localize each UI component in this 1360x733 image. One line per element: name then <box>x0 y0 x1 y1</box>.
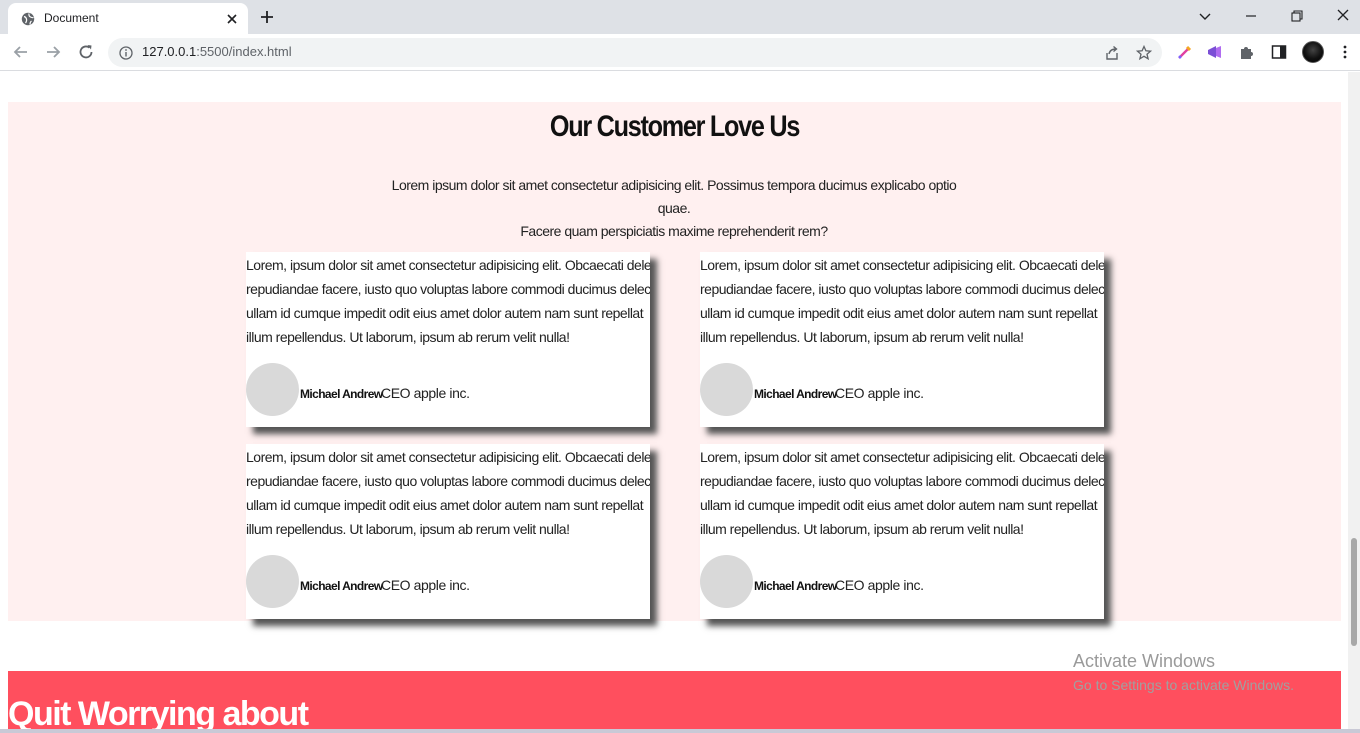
testimonial-text: Lorem, ipsum dolor sit amet consectetur … <box>246 445 650 541</box>
page-scrollbar[interactable] <box>1348 72 1360 733</box>
side-panel-icon[interactable] <box>1270 43 1288 61</box>
kebab-menu-icon[interactable] <box>1336 43 1354 61</box>
globe-icon <box>21 12 35 26</box>
testimonial-line: Lorem, ipsum dolor sit amet consectetur … <box>700 257 1104 273</box>
author-name: Michael Andrew <box>754 579 837 593</box>
testimonial-card: Lorem, ipsum dolor sit amet consectetur … <box>700 252 1104 427</box>
star-icon[interactable] <box>1136 45 1152 61</box>
testimonial-line: repudiandae facere, iusto quo voluptas l… <box>700 473 1104 489</box>
section-title: Our Customer Love Us <box>549 110 801 143</box>
tab-title: Document <box>44 11 99 25</box>
testimonial-line: repudiandae facere, iusto quo voluptas l… <box>246 473 650 489</box>
back-arrow-icon[interactable] <box>11 42 31 62</box>
testimonial-line: illum repellendus. Ut laborum, ipsum ab … <box>700 329 1024 345</box>
testimonial-line: illum repellendus. Ut laborum, ipsum ab … <box>700 521 1024 537</box>
scrollbar-thumb[interactable] <box>1351 538 1357 646</box>
activate-windows-title: Activate Windows <box>1073 651 1216 671</box>
avatar <box>700 555 753 608</box>
testimonial-line: Lorem, ipsum dolor sit amet consectetur … <box>700 449 1104 465</box>
share-icon[interactable] <box>1104 45 1120 61</box>
close-icon[interactable] <box>224 11 240 27</box>
author-role: CEO apple inc. <box>835 577 924 593</box>
browser-toolbar: 127.0.0.1:5500/index.html <box>0 34 1360 71</box>
avatar <box>246 555 299 608</box>
section-subtitle: Lorem ipsum dolor sit amet consectetur a… <box>374 174 974 243</box>
info-icon[interactable] <box>119 46 133 60</box>
chevron-down-icon[interactable] <box>1194 6 1216 26</box>
avatar <box>246 363 299 416</box>
testimonial-text: Lorem, ipsum dolor sit amet consectetur … <box>700 253 1104 349</box>
author-name: Michael Andrew <box>300 387 383 401</box>
profile-avatar[interactable] <box>1302 41 1324 63</box>
testimonial-line: illum repellendus. Ut laborum, ipsum ab … <box>246 329 570 345</box>
promo-title: Quit Worrying about <box>8 695 309 733</box>
restore-icon[interactable] <box>1286 6 1308 26</box>
testimonial-line: ullam id cumque impedit odit eius amet d… <box>246 305 644 321</box>
reload-icon[interactable] <box>76 42 96 62</box>
close-window-icon[interactable] <box>1332 6 1354 26</box>
forward-arrow-icon[interactable] <box>43 42 63 62</box>
url-text: 127.0.0.1:5500/index.html <box>142 44 292 59</box>
avatar <box>700 363 753 416</box>
testimonial-text: Lorem, ipsum dolor sit amet consectetur … <box>246 253 650 349</box>
author-role: CEO apple inc. <box>835 385 924 401</box>
testimonial-text: Lorem, ipsum dolor sit amet consectetur … <box>700 445 1104 541</box>
testimonial-line: repudiandae facere, iusto quo voluptas l… <box>700 281 1104 297</box>
testimonial-line: Lorem, ipsum dolor sit amet consectetur … <box>246 449 650 465</box>
taskbar-edge <box>0 729 1360 733</box>
page-viewport: Our Customer Love Us Lorem ipsum dolor s… <box>0 72 1348 733</box>
testimonial-card: Lorem, ipsum dolor sit amet consectetur … <box>700 444 1104 619</box>
color-picker-extension-icon[interactable] <box>1176 43 1194 61</box>
activate-windows-subtitle: Go to Settings to activate Windows. <box>1073 677 1294 693</box>
subtitle-line: Lorem ipsum dolor sit amet consectetur a… <box>391 177 957 216</box>
testimonial-line: repudiandae facere, iusto quo voluptas l… <box>246 281 650 297</box>
author-name: Michael Andrew <box>754 387 837 401</box>
address-bar[interactable]: 127.0.0.1:5500/index.html <box>108 38 1162 67</box>
author-role: CEO apple inc. <box>381 385 470 401</box>
testimonial-line: ullam id cumque impedit odit eius amet d… <box>700 305 1098 321</box>
subtitle-line: Facere quam perspiciatis maxime reprehen… <box>520 223 828 239</box>
megaphone-extension-icon[interactable] <box>1206 43 1224 61</box>
testimonial-line: illum repellendus. Ut laborum, ipsum ab … <box>246 521 570 537</box>
plus-icon[interactable] <box>258 8 276 26</box>
puzzle-extensions-icon[interactable] <box>1238 43 1256 61</box>
testimonials-section: Our Customer Love Us Lorem ipsum dolor s… <box>8 102 1341 621</box>
testimonial-card: Lorem, ipsum dolor sit amet consectetur … <box>246 444 650 619</box>
url-path: :5500/index.html <box>196 44 292 59</box>
url-host: 127.0.0.1 <box>142 44 197 59</box>
browser-tab[interactable]: Document <box>8 3 248 34</box>
author-name: Michael Andrew <box>300 579 383 593</box>
browser-tab-strip: Document <box>0 0 1360 34</box>
testimonial-line: ullam id cumque impedit odit eius amet d… <box>246 497 644 513</box>
author-role: CEO apple inc. <box>381 577 470 593</box>
testimonial-line: ullam id cumque impedit odit eius amet d… <box>700 497 1098 513</box>
minimize-icon[interactable] <box>1240 6 1262 26</box>
testimonial-card: Lorem, ipsum dolor sit amet consectetur … <box>246 252 650 427</box>
testimonial-line: Lorem, ipsum dolor sit amet consectetur … <box>246 257 650 273</box>
